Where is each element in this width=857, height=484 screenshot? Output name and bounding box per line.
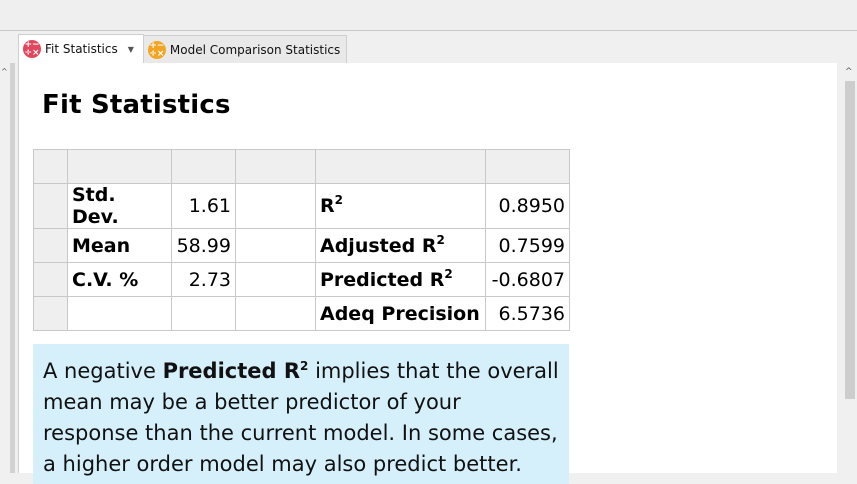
- fit-statistics-icon: +− ÷×: [23, 40, 41, 58]
- left-collapse-rail[interactable]: ^: [0, 63, 10, 473]
- content-panel: Fit Statistics Std. Dev. 1.61 R2 0.8950 …: [18, 63, 837, 484]
- stat-value: -0.6807: [485, 262, 570, 297]
- stat-label: Predicted R2: [315, 262, 486, 297]
- stat-label: Adeq Precision: [315, 296, 486, 331]
- table-row: C.V. % 2.73 Predicted R2 -0.6807: [33, 262, 570, 297]
- stat-label: Mean: [67, 228, 172, 263]
- table-row: Mean 58.99 Adjusted R2 0.7599: [33, 228, 570, 263]
- chevron-up-icon[interactable]: ^: [1, 67, 8, 76]
- stat-label: C.V. %: [67, 262, 172, 297]
- vertical-scrollbar[interactable]: ^: [843, 63, 857, 473]
- table-row: Std. Dev. 1.61 R2 0.8950: [33, 183, 570, 229]
- tab-label: Model Comparison Statistics: [169, 42, 341, 57]
- scrollbar-thumb[interactable]: [845, 81, 855, 399]
- table-header-row: [33, 149, 570, 184]
- tab-strip: +− ÷× Fit Statistics ▼ +− ÷× Model Compari…: [18, 34, 348, 63]
- table-row: Adeq Precision 6.5736: [33, 296, 570, 331]
- stat-label: Std. Dev.: [67, 183, 172, 229]
- stat-value: 6.5736: [485, 296, 570, 331]
- chevron-up-icon[interactable]: ^: [845, 67, 853, 77]
- tab-model-comparison-statistics[interactable]: +− ÷× Model Comparison Statistics: [143, 35, 348, 63]
- model-comparison-icon: +− ÷×: [147, 40, 166, 59]
- chevron-down-icon[interactable]: ▼: [128, 45, 134, 54]
- stat-value: 1.61: [171, 183, 236, 229]
- window-top-bar: [0, 0, 857, 31]
- stat-value: 0.7599: [485, 228, 570, 263]
- stat-label: Adjusted R2: [315, 228, 486, 263]
- left-splitter[interactable]: [10, 63, 15, 473]
- page-title: Fit Statistics: [42, 90, 231, 120]
- stat-value: 0.8950: [485, 183, 570, 229]
- tab-label: Fit Statistics: [45, 42, 118, 56]
- fit-statistics-table: Std. Dev. 1.61 R2 0.8950 Mean 58.99 Adju…: [33, 149, 570, 331]
- interpretation-note: A negative Predicted R2 implies that the…: [33, 344, 569, 484]
- stat-label: R2: [315, 183, 486, 229]
- tab-fit-statistics[interactable]: +− ÷× Fit Statistics ▼: [18, 34, 144, 63]
- stat-value: 2.73: [171, 262, 236, 297]
- note-emphasis: Predicted R2: [162, 359, 309, 383]
- stat-value: 58.99: [171, 228, 236, 263]
